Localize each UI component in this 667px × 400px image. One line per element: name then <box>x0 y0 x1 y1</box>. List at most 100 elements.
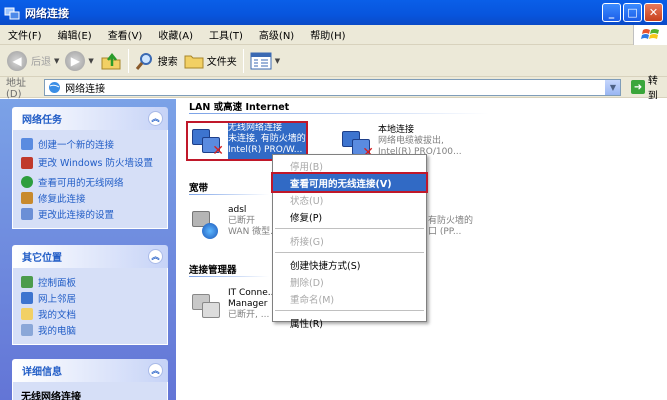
title-bar: 网络连接 _ □ ✕ <box>0 0 667 25</box>
menu-file[interactable]: 文件(F) <box>0 27 50 42</box>
folders-label: 文件夹 <box>206 57 237 68</box>
back-button[interactable]: ◀ 后退 ▼ <box>4 48 62 74</box>
task-create-connection[interactable]: 创建一个新的连接 <box>21 136 159 152</box>
views-button[interactable]: ▼ <box>247 48 283 74</box>
forward-button[interactable]: ▶ ▼ <box>62 48 96 74</box>
collapse-icon[interactable]: ︽ <box>148 363 163 378</box>
ctx-view-wireless[interactable]: 查看可用的无线连接(V) <box>271 172 428 193</box>
place-my-documents[interactable]: 我的文档 <box>21 306 159 322</box>
group-divider <box>189 113 489 114</box>
menu-advanced[interactable]: 高级(N) <box>251 27 302 42</box>
adsl-overflow-text: 有防火墙的 口 (PP... <box>428 216 473 238</box>
maximize-button[interactable]: □ <box>623 3 642 22</box>
group-broadband-header: 宽带 <box>189 183 209 194</box>
adsl-connection-item[interactable]: adsl 已断开 WAN 微型... <box>188 205 279 241</box>
task-firewall-settings[interactable]: 更改 Windows 防火墙设置 <box>21 152 159 174</box>
context-menu: 停用(B) 查看可用的无线连接(V) 状态(U) 修复(P) 桥接(G) 创建快… <box>271 154 428 330</box>
ctx-delete[interactable]: 删除(D) <box>273 273 426 290</box>
address-dropdown-icon[interactable]: ▼ <box>605 79 621 95</box>
local-status: 网络电缆被拔出, <box>378 136 444 146</box>
back-arrow-icon: ◀ <box>7 50 27 71</box>
firewall-icon <box>21 157 33 169</box>
menu-tools[interactable]: 工具(T) <box>201 27 251 42</box>
adsl-connection-icon <box>188 205 224 241</box>
task-change-settings[interactable]: 更改此连接的设置 <box>21 206 159 222</box>
place-network-neighborhood[interactable]: 网上邻居 <box>21 290 159 306</box>
go-button[interactable]: ➜ 转到 <box>631 72 667 102</box>
ctx-repair[interactable]: 修复(P) <box>273 208 426 225</box>
adsl-overflow: 有防火墙的 口 (PP... <box>428 216 473 238</box>
other-places-header[interactable]: 其它位置 ︽ <box>12 245 168 268</box>
ctx-separator <box>275 228 424 229</box>
network-tasks-header[interactable]: 网络任务 ︽ <box>12 107 168 130</box>
window-title: 网络连接 <box>25 6 69 20</box>
search-label: 搜索 <box>157 57 178 68</box>
close-button[interactable]: ✕ <box>644 3 663 22</box>
address-input[interactable]: 网络连接 ▼ <box>44 78 622 96</box>
group-divider <box>189 276 269 277</box>
place-my-computer[interactable]: 我的电脑 <box>21 322 159 338</box>
it-status: 已断开, ... <box>228 310 270 320</box>
address-value: 网络连接 <box>65 83 106 95</box>
up-folder-button[interactable] <box>97 48 125 74</box>
group-divider <box>189 194 269 195</box>
task-repair-connection[interactable]: 修复此连接 <box>21 190 159 206</box>
it-connection-item[interactable]: IT Conne... Manager 已断开, ... <box>188 288 276 324</box>
back-dropdown-icon: ▼ <box>54 56 60 65</box>
other-places-panel: 其它位置 ︽ 控制面板 网上邻居 我的文档 我的电脑 <box>12 245 168 345</box>
search-button[interactable]: 搜索 <box>132 48 181 74</box>
place-control-panel[interactable]: 控制面板 <box>21 274 159 290</box>
task-label: 更改此连接的设置 <box>38 210 115 221</box>
menu-bar: 文件(F) 编辑(E) 查看(V) 收藏(A) 工具(T) 高级(N) 帮助(H… <box>0 25 667 45</box>
ctx-separator <box>275 252 424 253</box>
group-lan-header: LAN 或高速 Internet <box>189 102 290 113</box>
forward-dropdown-icon: ▼ <box>88 56 94 65</box>
details-item: 无线网络连接 <box>21 392 81 400</box>
network-connections-icon <box>49 81 61 93</box>
menu-view[interactable]: 查看(V) <box>100 27 151 42</box>
place-label: 控制面板 <box>38 278 77 289</box>
details-panel: 详细信息 ︽ 无线网络连接 <box>12 359 168 400</box>
go-label: 转到 <box>647 76 658 102</box>
ctx-create-shortcut[interactable]: 创建快捷方式(S) <box>273 256 426 273</box>
toolbar-separator <box>127 48 129 73</box>
task-label: 创建一个新的连接 <box>38 140 115 151</box>
windows-logo-icon <box>633 25 667 45</box>
my-computer-icon <box>21 324 33 336</box>
task-label: 修复此连接 <box>38 194 86 205</box>
adsl-port: 口 (PP... <box>428 227 462 237</box>
group-connection-manager-header: 连接管理器 <box>189 265 237 276</box>
ctx-disable[interactable]: 停用(B) <box>273 157 426 174</box>
control-panel-icon <box>21 276 33 288</box>
ctx-status[interactable]: 状态(U) <box>273 191 426 208</box>
network-connections-icon <box>4 7 20 19</box>
menu-edit[interactable]: 编辑(E) <box>50 27 100 42</box>
it-name: IT Conne... <box>228 288 277 298</box>
views-icon <box>250 52 272 69</box>
task-view-wireless[interactable]: 查看可用的无线网络 <box>21 174 159 190</box>
collapse-icon[interactable]: ︽ <box>148 249 163 264</box>
wireless-icon <box>21 176 33 188</box>
place-label: 我的电脑 <box>38 326 77 337</box>
folders-icon <box>184 55 204 68</box>
other-places-title: 其它位置 <box>22 253 62 264</box>
task-label: 查看可用的无线网络 <box>38 178 124 189</box>
collapse-icon[interactable]: ︽ <box>148 111 163 126</box>
ctx-rename[interactable]: 重命名(M) <box>273 290 426 307</box>
place-label: 我的文档 <box>38 310 77 321</box>
details-header[interactable]: 详细信息 ︽ <box>12 359 168 382</box>
menu-favorites[interactable]: 收藏(A) <box>150 27 201 42</box>
address-label: 地址(D) <box>6 78 26 100</box>
menu-help[interactable]: 帮助(H) <box>302 27 353 42</box>
wireless-connection-icon: ✕ <box>188 123 224 159</box>
folders-button[interactable]: 文件夹 <box>181 48 240 74</box>
minimize-button[interactable]: _ <box>602 3 621 22</box>
toolbar-separator <box>242 48 244 73</box>
ctx-separator <box>275 310 424 311</box>
ctx-bridge[interactable]: 桥接(G) <box>273 232 426 249</box>
it-connection-icon <box>188 288 224 324</box>
task-label: 更改 Windows 防火墙设置 <box>38 157 153 169</box>
network-neighborhood-icon <box>21 292 33 304</box>
search-icon <box>135 52 152 70</box>
ctx-properties[interactable]: 属性(R) <box>273 314 426 331</box>
